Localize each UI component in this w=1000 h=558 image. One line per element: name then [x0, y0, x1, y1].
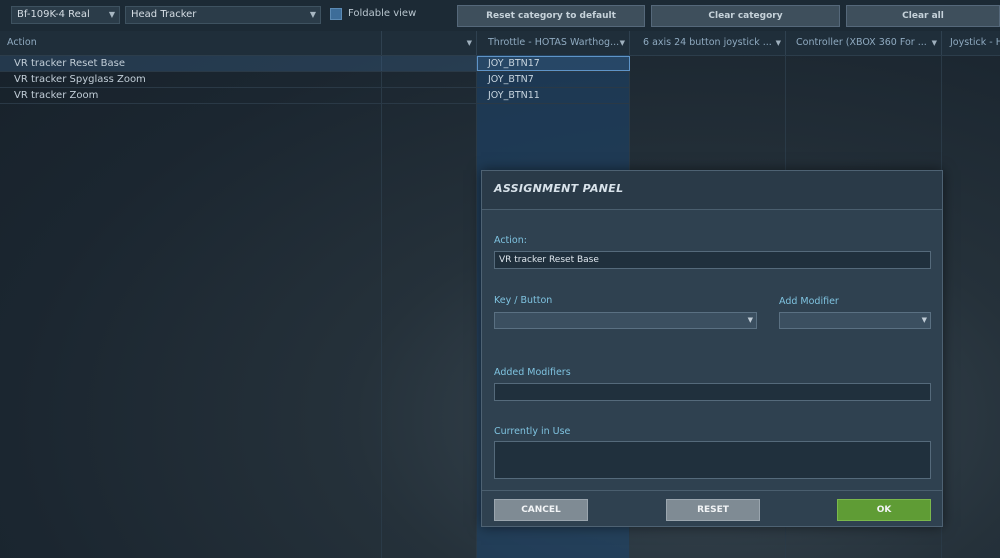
currently-in-use-label: Currently in Use: [494, 426, 571, 437]
column-header-device-1[interactable]: Throttle - HOTAS Warthog... ▼: [477, 31, 630, 55]
action-name: VR tracker Spyglass Zoom: [14, 74, 146, 85]
ok-button[interactable]: OK: [837, 499, 931, 521]
added-modifiers-label: Added Modifiers: [494, 367, 571, 378]
reset-button[interactable]: RESET: [666, 499, 760, 521]
added-modifiers-field[interactable]: [494, 383, 931, 401]
toolbar: Bf-109K-4 Real ▼ Head Tracker ▼ Foldable…: [0, 0, 1000, 31]
column-header-label: 6 axis 24 button joystick ...: [643, 37, 772, 48]
add-modifier-dropdown[interactable]: ▼: [779, 312, 931, 329]
chevron-down-icon: ▼: [931, 39, 937, 47]
grid-column-device-4: [942, 55, 1000, 558]
column-header-action[interactable]: Action: [0, 31, 382, 55]
chevron-down-icon: ▼: [466, 39, 472, 47]
assignment-cell[interactable]: JOY_BTN7: [488, 72, 534, 88]
column-header-spacer[interactable]: ▼: [382, 31, 477, 55]
chevron-down-icon: ▼: [775, 39, 781, 47]
foldable-view-checkbox[interactable]: [330, 8, 342, 20]
assignment-panel-footer: CANCEL RESET OK: [482, 490, 942, 527]
cancel-button[interactable]: CANCEL: [494, 499, 588, 521]
chevron-down-icon: ▼: [921, 316, 927, 324]
selected-cell-outline: [477, 56, 630, 71]
column-header-label: Controller (XBOX 360 For ...: [796, 37, 927, 48]
clear-all-button[interactable]: Clear all: [846, 5, 1000, 27]
add-modifier-label: Add Modifier: [779, 296, 839, 307]
aircraft-select-value: Bf-109K-4 Real: [17, 9, 90, 20]
action-label: Action:: [494, 235, 527, 246]
assignment-panel-title: ASSIGNMENT PANEL: [494, 182, 624, 195]
foldable-view-label: Foldable view: [348, 8, 417, 19]
chevron-down-icon: ▼: [747, 316, 753, 324]
category-select[interactable]: Head Tracker ▼: [125, 6, 321, 24]
column-header-label: Joystick - H: [950, 37, 1000, 48]
column-header-device-2[interactable]: 6 axis 24 button joystick ... ▼: [630, 31, 786, 55]
table-row[interactable]: VR tracker Zoom JOY_BTN11: [0, 88, 630, 104]
grid-column-action: [0, 55, 382, 558]
chevron-down-icon: ▼: [108, 10, 115, 19]
column-header-device-3[interactable]: Controller (XBOX 360 For ... ▼: [786, 31, 942, 55]
aircraft-select[interactable]: Bf-109K-4 Real ▼: [11, 6, 120, 24]
column-header-label: Throttle - HOTAS Warthog...: [488, 37, 620, 48]
key-button-dropdown[interactable]: ▼: [494, 312, 757, 329]
action-name: VR tracker Reset Base: [14, 58, 125, 69]
assignment-panel: ASSIGNMENT PANEL Action: VR tracker Rese…: [481, 170, 943, 527]
action-field[interactable]: VR tracker Reset Base: [494, 251, 931, 269]
currently-in-use-field[interactable]: [494, 441, 931, 479]
column-header-row: Action ▼ Throttle - HOTAS Warthog... ▼ 6…: [0, 31, 1000, 56]
assignment-cell[interactable]: JOY_BTN11: [488, 88, 540, 104]
assignment-panel-header: ASSIGNMENT PANEL: [482, 171, 942, 210]
reset-category-button[interactable]: Reset category to default: [457, 5, 645, 27]
table-row[interactable]: VR tracker Spyglass Zoom JOY_BTN7: [0, 72, 630, 88]
clear-category-button[interactable]: Clear category: [651, 5, 840, 27]
grid-column-spacer: [382, 55, 477, 558]
column-header-label: Action: [7, 37, 37, 48]
chevron-down-icon: ▼: [619, 39, 625, 47]
action-name: VR tracker Zoom: [14, 90, 99, 101]
key-button-label: Key / Button: [494, 295, 553, 306]
chevron-down-icon: ▼: [309, 10, 316, 19]
column-header-device-4[interactable]: Joystick - H: [942, 31, 1000, 55]
category-select-value: Head Tracker: [131, 9, 197, 20]
